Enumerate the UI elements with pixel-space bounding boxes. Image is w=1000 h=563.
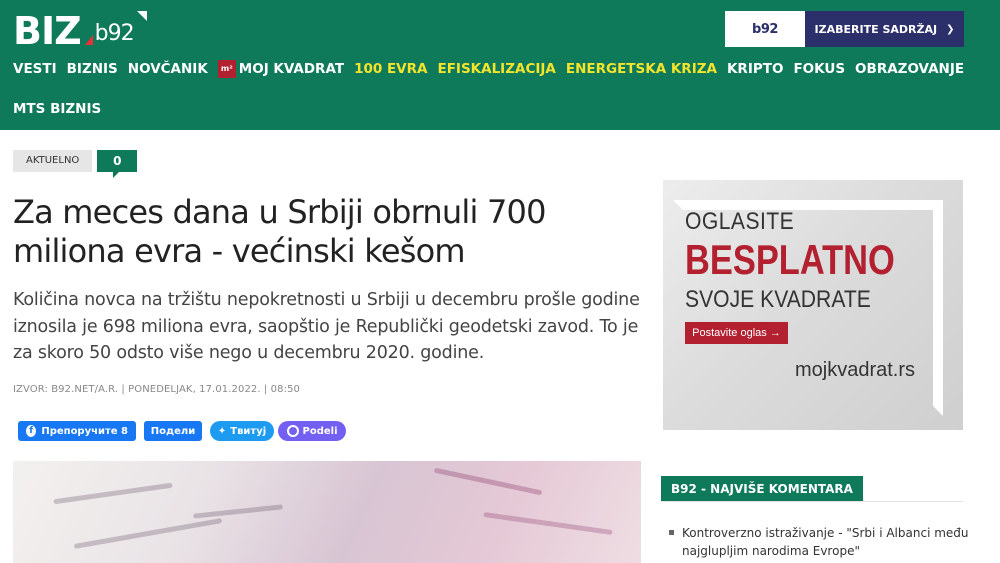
chevron-down-icon: ❯ <box>946 23 955 35</box>
ad-url: mojkvadrat.rs <box>794 359 915 381</box>
nav-item-biznis[interactable]: BIZNIS <box>67 58 118 80</box>
viber-share-button[interactable]: Podeli <box>278 421 346 441</box>
image-detail <box>53 482 173 505</box>
facebook-like-label: Препоручите 8 <box>41 425 128 437</box>
viber-icon <box>286 425 299 437</box>
facebook-like-button[interactable]: f Препоручите 8 <box>18 421 136 441</box>
article-lead: Količina novca na tržištu nepokretnosti … <box>13 290 640 363</box>
content-select[interactable]: IZABERITE SADRŽAJ ❯ <box>805 11 964 47</box>
logo-b92-text: b92 <box>94 21 135 46</box>
article-hero-image <box>13 461 641 563</box>
nav-item-novcanik[interactable]: NOVČANIK <box>128 58 208 80</box>
nav-item-100-evra[interactable]: 100 EVRA <box>354 58 427 80</box>
nav-item-vesti[interactable]: VESTI <box>13 58 57 80</box>
nav-item-fokus[interactable]: FOKUS <box>793 58 845 80</box>
ad-line-2: BESPLATNO <box>685 236 895 283</box>
nav-item-energetska-kriza[interactable]: ENERGETSKA KRIZA <box>566 58 717 80</box>
comment-count-badge[interactable]: 0 <box>97 150 138 178</box>
moj-kvadrat-icon: m² <box>217 60 236 78</box>
b92-home-button[interactable]: b92 <box>725 11 805 47</box>
logo-corner <box>136 11 147 21</box>
bullet-icon <box>669 530 674 535</box>
ad-post-listing-button[interactable]: Postavite oglas → <box>685 322 788 344</box>
twitter-share-label: Твитуј <box>230 425 267 437</box>
list-item[interactable]: Kontroverzno istraživanje - "Srbi i Alba… <box>669 524 969 560</box>
facebook-share-button[interactable]: Подели <box>144 421 202 441</box>
article-meta: IZVOR: B92.NET/A.R. | PONEDELJAK, 17.01.… <box>13 384 301 395</box>
site-header: BIZ b92 b92 IZABERITE SADRŽAJ ❯ VESTI BI… <box>0 0 1000 130</box>
image-detail <box>192 504 284 519</box>
main-nav: VESTI BIZNIS NOVČANIK m² MOJ KVADRAT 100 … <box>13 58 973 80</box>
site-logo[interactable]: BIZ b92 <box>13 11 149 51</box>
ad-line-3: SVOJE KVADRATE <box>685 286 871 313</box>
image-detail <box>483 511 613 536</box>
logo-biz-text: BIZ <box>13 9 82 53</box>
nav-item-efiskalizacija[interactable]: EFISKALIZACIJA <box>437 58 555 80</box>
mojkvadrat-ad-banner[interactable]: OGLASITE BESPLATNO SVOJE KVADRATE Postav… <box>663 180 963 430</box>
article-title: Za meces dana u Srbiji obrnuli 700 milio… <box>13 193 546 270</box>
nav-item-kripto[interactable]: KRIPTO <box>727 58 783 80</box>
image-detail <box>433 467 543 496</box>
facebook-icon: f <box>26 425 37 437</box>
header-actions: b92 IZABERITE SADRŽAJ ❯ <box>725 11 964 47</box>
b92-logo-mark: b92 <box>84 11 149 51</box>
content-select-label: IZABERITE SADRŽAJ <box>814 22 938 36</box>
facebook-share-label: Подели <box>150 425 196 437</box>
logo-red-triangle <box>84 35 93 45</box>
nav-item-mts-biznis[interactable]: MTS BIZNIS <box>13 98 101 120</box>
share-bar: f Препоручите 8 Подели ✦ Твитуј Podeli <box>18 421 346 441</box>
article-tags: AKTUELNO 0 <box>13 150 138 178</box>
image-detail <box>73 518 223 549</box>
widget-divider <box>661 501 963 502</box>
category-tag[interactable]: AKTUELNO <box>13 150 93 172</box>
viber-share-label: Podeli <box>302 425 338 437</box>
ad-line-1: OGLASITE <box>685 208 795 235</box>
nav-item-obrazovanje[interactable]: OBRAZOVANJE <box>855 58 964 80</box>
most-commented-heading: B92 - NAJVIŠE KOMENTARA <box>661 476 863 502</box>
most-commented-link[interactable]: Kontroverzno istraživanje - "Srbi i Alba… <box>682 524 969 560</box>
twitter-icon: ✦ <box>217 425 227 437</box>
nav-item-moj-kvadrat[interactable]: m² MOJ KVADRAT <box>217 58 344 80</box>
twitter-share-button[interactable]: ✦ Твитуј <box>210 421 274 441</box>
